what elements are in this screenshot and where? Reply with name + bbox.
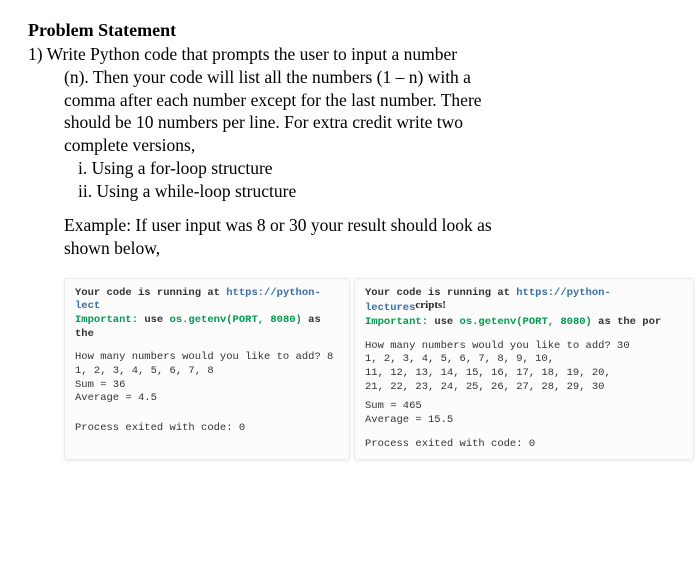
run-line-2: Important: use os.getenv(PORT, 8080) as …	[75, 314, 339, 341]
problem-line-4: should be 10 numbers per line. For extra…	[28, 111, 672, 134]
run-line-1: Your code is running at https://python-l…	[365, 287, 683, 316]
item-number: 1)	[28, 44, 47, 64]
problem-line-3: comma after each number except for the l…	[28, 89, 672, 112]
example-line-1: Example: If user input was 8 or 30 your …	[28, 214, 672, 237]
sum-line: Sum = 465	[365, 400, 683, 414]
run-line-2: Important: use os.getenv(PORT, 8080) as …	[365, 316, 683, 330]
example-line-2: shown below,	[28, 237, 672, 260]
problem-heading: Problem Statement	[28, 20, 672, 41]
problem-line-1: 1) Write Python code that prompts the us…	[28, 43, 672, 66]
numbers-row-2: 11, 12, 13, 14, 15, 16, 17, 18, 19, 20,	[365, 367, 683, 381]
numbers-row-1: 1, 2, 3, 4, 5, 6, 7, 8	[75, 365, 339, 379]
prompt-line: How many numbers would you like to add? …	[365, 340, 683, 354]
run-line-1: Your code is running at https://python-l…	[75, 287, 339, 314]
problem-line-2: (n). Then your code will list all the nu…	[28, 66, 672, 89]
avg-line: Average = 15.5	[365, 414, 683, 428]
sum-line: Sum = 36	[75, 379, 339, 393]
output-left: Your code is running at https://python-l…	[64, 278, 350, 460]
exit-line: Process exited with code: 0	[365, 438, 683, 452]
output-right: Your code is running at https://python-l…	[354, 278, 694, 460]
exit-line: Process exited with code: 0	[75, 422, 339, 436]
cripts-overlay: cripts!	[415, 299, 446, 311]
problem-line-5: complete versions,	[28, 134, 672, 157]
subitem-i: i. Using a for-loop structure	[28, 157, 672, 180]
subitem-ii: ii. Using a while-loop structure	[28, 180, 672, 203]
numbers-row-1: 1, 2, 3, 4, 5, 6, 7, 8, 9, 10,	[365, 353, 683, 367]
avg-line: Average = 4.5	[75, 392, 339, 406]
prompt-line: How many numbers would you like to add? …	[75, 351, 339, 365]
numbers-row-3: 21, 22, 23, 24, 25, 26, 27, 28, 29, 30	[365, 381, 683, 395]
output-panels: Your code is running at https://python-l…	[28, 278, 672, 460]
